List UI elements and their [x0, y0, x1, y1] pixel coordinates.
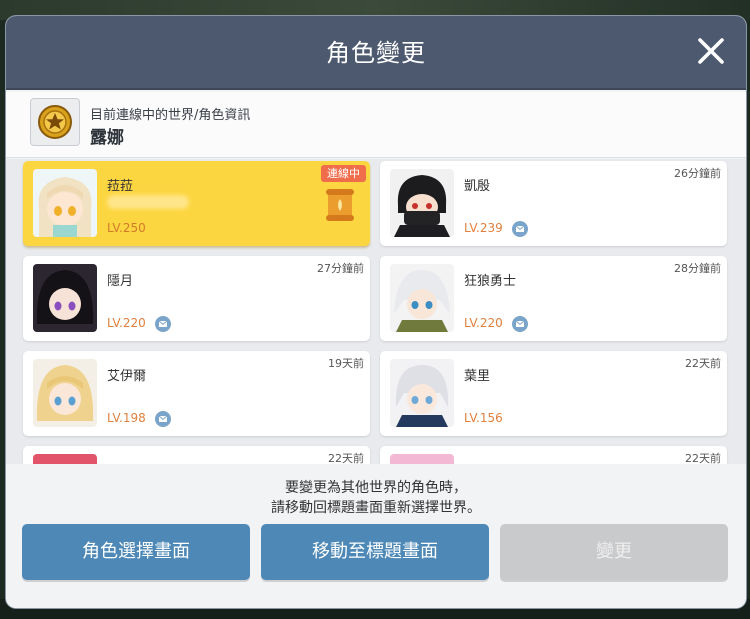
last-login-time: 22天前: [328, 452, 364, 464]
last-login-time: 28分鐘前: [674, 262, 721, 275]
current-world-info: 目前連線中的世界/角色資訊 露娜: [6, 92, 746, 158]
change-button[interactable]: 變更: [500, 524, 728, 580]
dialog-header: 角色變更: [6, 16, 746, 90]
character-name: 狂狼勇士: [464, 274, 517, 289]
blurred-info: [107, 195, 189, 209]
character-card[interactable]: 22天前: [380, 446, 727, 464]
character-level: LV.239: [464, 221, 503, 235]
move-to-title-screen-button[interactable]: 移動至標題畫面: [261, 524, 489, 580]
character-portrait: [33, 454, 97, 464]
character-portrait: [390, 169, 454, 237]
character-portrait: [390, 264, 454, 332]
character-card[interactable]: 葉里 LV.156 22天前: [380, 351, 727, 436]
notice-line-2: 請移動回標題畫面重新選擇世界。: [271, 500, 481, 516]
character-level: LV.220: [464, 316, 503, 330]
dialog-title: 角色變更: [326, 39, 426, 67]
character-card[interactable]: 隱月 LV.220 27分鐘前: [23, 256, 370, 341]
character-name: 隱月: [107, 274, 134, 289]
character-card[interactable]: 菈菈 LV.250 連線中: [23, 161, 370, 246]
character-card[interactable]: 艾伊爾 LV.198 19天前: [23, 351, 370, 436]
character-portrait: [33, 169, 97, 237]
last-login-time: 22天前: [685, 357, 721, 370]
last-login-time: 22天前: [685, 452, 721, 464]
mail-icon: [155, 411, 171, 427]
mail-icon: [512, 316, 528, 332]
character-portrait: [390, 454, 454, 464]
character-change-dialog: 角色變更 目前連線中的世界/角色資訊 露娜 菈菈 LV.250 連線中 凱殷 L…: [6, 16, 746, 608]
online-status-badge: 連線中: [321, 165, 366, 182]
character-card[interactable]: 22天前: [23, 446, 370, 464]
character-level: LV.250: [107, 221, 146, 235]
scroll-icon: [326, 189, 354, 221]
current-character-name: 露娜: [90, 128, 124, 148]
character-name: 艾伊爾: [107, 369, 147, 384]
character-portrait: [390, 359, 454, 427]
last-login-time: 26分鐘前: [674, 167, 721, 180]
character-level: LV.198: [107, 411, 146, 425]
character-select-screen-button[interactable]: 角色選擇畫面: [22, 524, 250, 580]
character-card[interactable]: 凱殷 LV.239 26分鐘前: [380, 161, 727, 246]
character-card[interactable]: 狂狼勇士 LV.220 28分鐘前: [380, 256, 727, 341]
mail-icon: [512, 221, 528, 237]
character-name: 凱殷: [464, 179, 491, 194]
dialog-footer: 要變更為其他世界的角色時， 請移動回標題畫面重新選擇世界。 角色選擇畫面 移動至…: [6, 464, 746, 608]
last-login-time: 27分鐘前: [317, 262, 364, 275]
notice-line-1: 要變更為其他世界的角色時，: [285, 480, 467, 496]
world-icon-box: [30, 98, 80, 146]
close-button[interactable]: [688, 28, 734, 74]
current-info-label: 目前連線中的世界/角色資訊: [90, 108, 251, 123]
character-portrait: [33, 359, 97, 427]
character-list[interactable]: 菈菈 LV.250 連線中 凱殷 LV.239 26分鐘前 隱月 LV.220 …: [6, 159, 746, 464]
character-name: 葉里: [464, 369, 491, 384]
character-level: LV.220: [107, 316, 146, 330]
world-change-notice: 要變更為其他世界的角色時， 請移動回標題畫面重新選擇世界。: [6, 478, 746, 518]
last-login-time: 19天前: [328, 357, 364, 370]
character-portrait: [33, 264, 97, 332]
close-icon: [698, 38, 724, 64]
mail-icon: [155, 316, 171, 332]
world-coin-icon: [38, 105, 72, 139]
character-level: LV.156: [464, 411, 503, 425]
character-name: 菈菈: [107, 179, 134, 194]
